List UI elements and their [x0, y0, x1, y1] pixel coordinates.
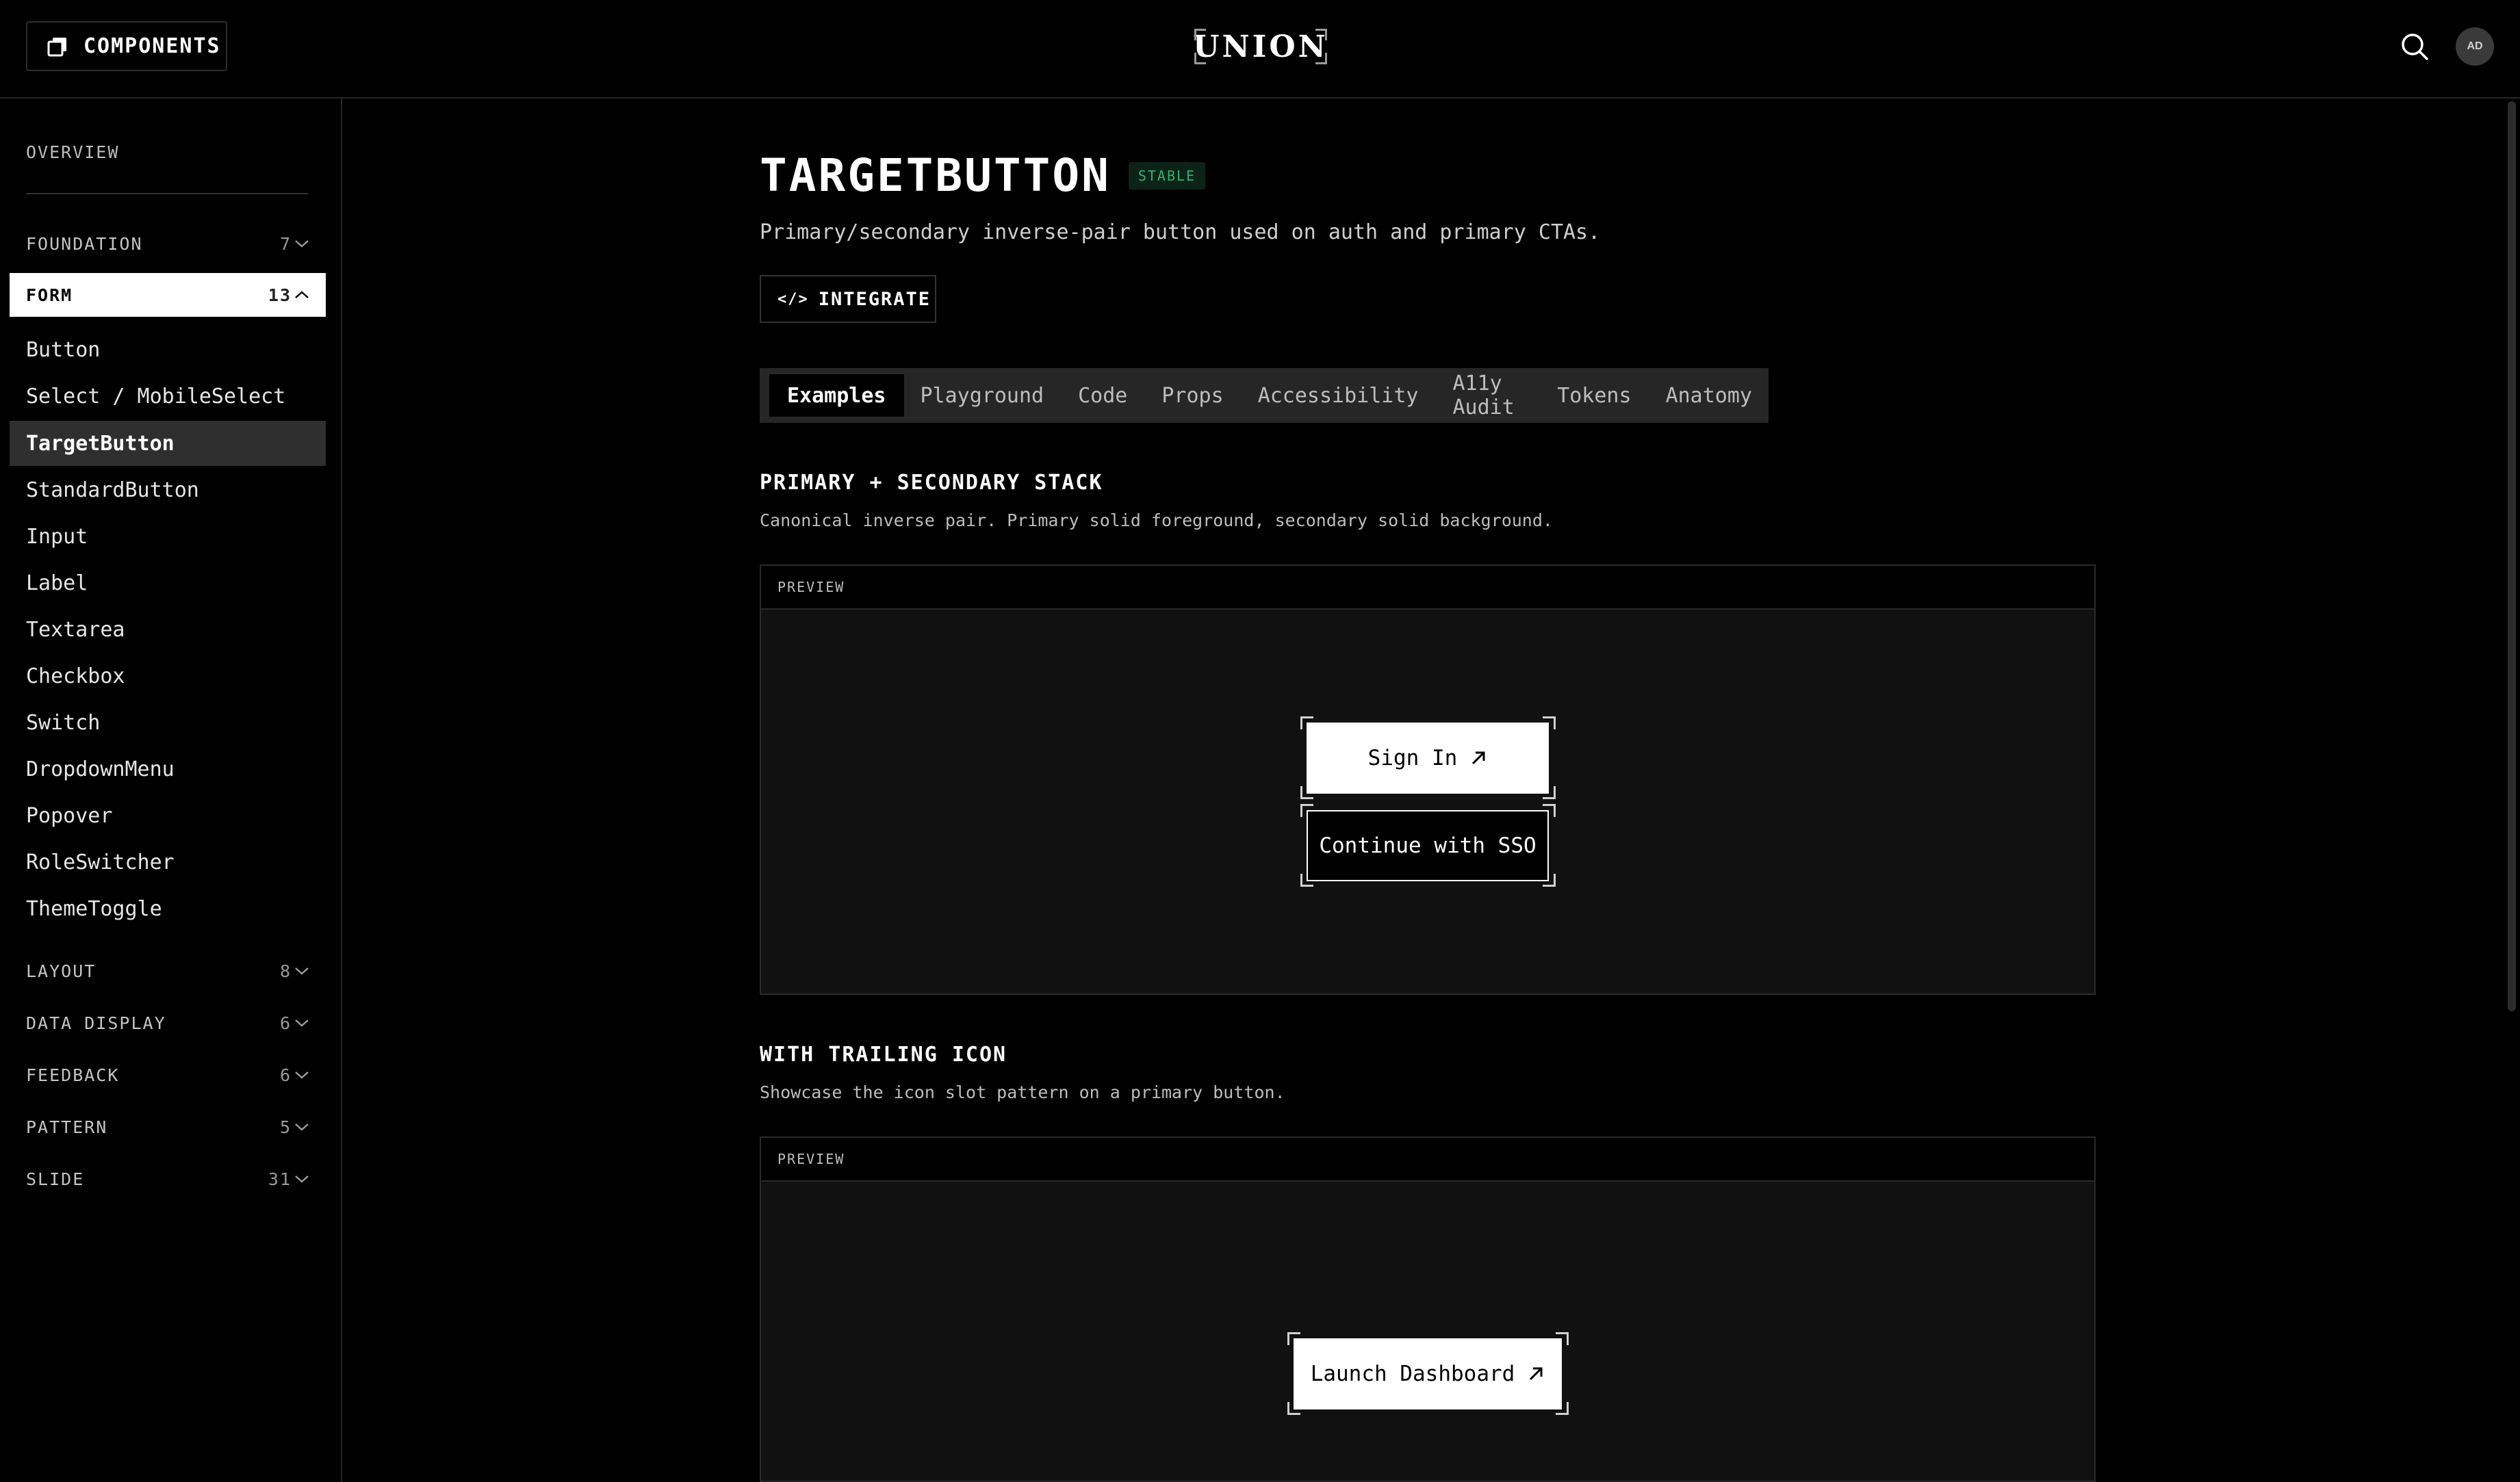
user-avatar[interactable]: AD	[2456, 27, 2494, 66]
components-icon	[47, 37, 66, 56]
tab-tokens[interactable]: Tokens	[1539, 374, 1649, 417]
page-description: Primary/secondary inverse-pair button us…	[760, 220, 1601, 244]
category-label: FORM	[26, 285, 73, 305]
category-count: 7	[279, 233, 292, 254]
chevron-down-icon	[295, 240, 309, 248]
section-description: Canonical inverse pair. Primary solid fo…	[760, 510, 1553, 530]
integrate-button[interactable]: </> INTEGRATE	[760, 275, 936, 323]
category-label: DATA DISPLAY	[26, 1013, 166, 1033]
preview-label: PREVIEW	[761, 566, 2094, 610]
top-header: COMPONENTS UNION AD	[0, 0, 2520, 99]
union-logo[interactable]: UNION	[1193, 29, 1328, 64]
sidebar-overview-link[interactable]: OVERVIEW	[26, 142, 119, 162]
tab-code[interactable]: Code	[1060, 374, 1145, 417]
tab-bar: Examples Playground Code Props Accessibi…	[760, 368, 1769, 423]
category-count: 8	[279, 961, 292, 981]
page-title: TARGETBUTTON	[760, 149, 1111, 202]
sidebar-item-button[interactable]: Button	[10, 327, 326, 372]
launch-dashboard-button[interactable]: Launch Dashboard	[1294, 1338, 1562, 1409]
sidebar-item-dropdownmenu[interactable]: DropdownMenu	[10, 746, 326, 792]
chevron-up-icon	[295, 291, 309, 298]
category-label: FOUNDATION	[26, 233, 143, 254]
section-description: Showcase the icon slot pattern on a prim…	[760, 1082, 1285, 1102]
category-count: 6	[279, 1013, 292, 1033]
continue-with-sso-button[interactable]: Continue with SSO	[1307, 810, 1549, 881]
category-count: 6	[279, 1065, 292, 1085]
sidebar-item-label[interactable]: Label	[10, 560, 326, 606]
tab-props[interactable]: Props	[1144, 374, 1241, 417]
category-count: 5	[279, 1117, 292, 1137]
components-menu-label: COMPONENTS	[83, 34, 221, 58]
sidebar-category-feedback[interactable]: FEEDBACK 6	[10, 1053, 326, 1097]
tab-examples[interactable]: Examples	[769, 374, 904, 417]
sidebar-category-layout[interactable]: LAYOUT 8	[10, 949, 326, 993]
chevron-down-icon	[295, 1071, 309, 1079]
sign-in-button[interactable]: Sign In	[1307, 723, 1549, 794]
section-title: PRIMARY + SECONDARY STACK	[760, 471, 1103, 495]
sidebar-item-roleswitcher[interactable]: RoleSwitcher	[10, 840, 326, 885]
sidebar-item-switch[interactable]: Switch	[10, 700, 326, 745]
chevron-down-icon	[295, 1019, 309, 1027]
arrow-up-right-icon	[1530, 1367, 1543, 1381]
sidebar-item-textarea[interactable]: Textarea	[10, 607, 326, 652]
chevron-down-icon	[295, 967, 309, 975]
sidebar-divider	[26, 193, 308, 194]
tab-a11y-audit[interactable]: A11y Audit	[1435, 372, 1541, 419]
category-label: FEEDBACK	[26, 1065, 120, 1085]
tab-accessibility[interactable]: Accessibility	[1240, 374, 1437, 417]
integrate-label: INTEGRATE	[818, 288, 931, 310]
sidebar-category-slide[interactable]: SLIDE 31	[10, 1157, 326, 1201]
search-icon	[2402, 34, 2428, 60]
sidebar: OVERVIEW FOUNDATION 7 FORM 13 Button Sel…	[0, 99, 342, 1482]
chevron-down-icon	[295, 1123, 309, 1131]
sidebar-item-select[interactable]: Select / MobileSelect	[10, 374, 326, 419]
sso-label: Continue with SSO	[1319, 833, 1537, 858]
category-label: SLIDE	[26, 1169, 85, 1189]
sidebar-item-popover[interactable]: Popover	[10, 793, 326, 838]
tab-playground[interactable]: Playground	[903, 374, 1062, 417]
category-label: LAYOUT	[26, 961, 97, 981]
category-count: 13	[268, 285, 292, 305]
launch-dashboard-label: Launch Dashboard	[1310, 1362, 1515, 1386]
page-scrollbar[interactable]	[2508, 101, 2516, 1011]
sign-in-label: Sign In	[1367, 746, 1458, 770]
tab-anatomy[interactable]: Anatomy	[1648, 374, 1770, 417]
sidebar-category-form[interactable]: FORM 13	[10, 273, 326, 317]
sidebar-category-foundation[interactable]: FOUNDATION 7	[10, 222, 326, 265]
page-title-row: TARGETBUTTON STABLE	[760, 149, 1206, 202]
chevron-down-icon	[295, 1175, 309, 1183]
preview-label: PREVIEW	[761, 1138, 2094, 1182]
logo-text: UNION	[1193, 29, 1328, 64]
sidebar-item-themetoggle[interactable]: ThemeToggle	[10, 886, 326, 931]
sidebar-item-targetbutton[interactable]: TargetButton	[10, 421, 326, 466]
code-icon: </>	[777, 290, 809, 308]
preview-panel: PREVIEW	[760, 1136, 2096, 1482]
category-label: PATTERN	[26, 1117, 108, 1137]
sidebar-item-standardbutton[interactable]: StandardButton	[10, 467, 326, 512]
status-badge: STABLE	[1128, 161, 1206, 190]
components-menu-button[interactable]: COMPONENTS	[26, 21, 227, 71]
sidebar-item-input[interactable]: Input	[10, 514, 326, 559]
search-button[interactable]	[2400, 31, 2430, 62]
section-title: WITH TRAILING ICON	[760, 1043, 1007, 1067]
sidebar-category-data-display[interactable]: DATA DISPLAY 6	[10, 1001, 326, 1045]
sidebar-item-checkbox[interactable]: Checkbox	[10, 653, 326, 699]
arrow-up-right-icon	[1472, 751, 1485, 765]
sidebar-category-pattern[interactable]: PATTERN 5	[10, 1105, 326, 1149]
category-count: 31	[268, 1169, 292, 1189]
